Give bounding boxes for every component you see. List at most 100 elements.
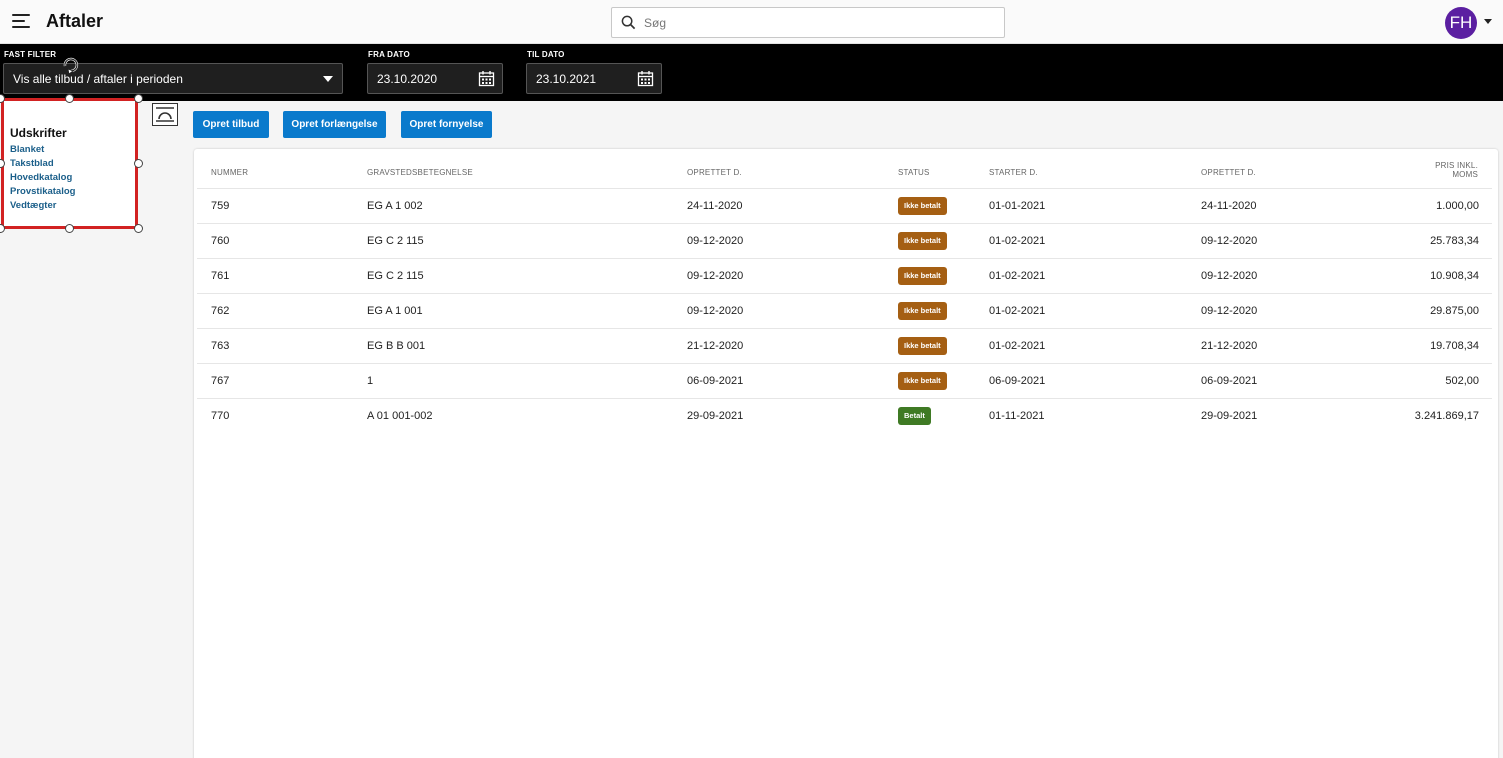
cell-starter: 01-02-2021 [989,270,1046,282]
fra-dato-field[interactable]: 23.10.2020 [367,63,503,94]
search-box[interactable] [611,7,1005,38]
cell-oprettet-2: 29-09-2021 [1201,410,1258,422]
cell-pris: 29.875,00 [1430,305,1479,317]
opret-forlaengelse-button[interactable]: Opret forlængelse [283,111,386,138]
print-link-hovedkatalog[interactable]: Hovedkatalog [10,172,72,183]
dropdown-arrow-icon [323,76,333,82]
search-icon [621,15,636,30]
calendar-icon[interactable] [478,70,495,87]
status-badge: Ikke betalt [898,337,947,355]
cell-starter: 06-09-2021 [989,375,1046,387]
column-header-pris-line2: MOMS [1452,170,1478,179]
resize-handle[interactable] [134,224,143,233]
cell-nummer: 770 [211,410,230,422]
fast-filter-label: FAST FILTER [4,50,57,59]
fra-dato-label: FRA DATO [368,50,410,59]
status-badge: Betalt [898,407,931,425]
cell-oprettet: 24-11-2020 [687,200,743,212]
cell-oprettet-2: 09-12-2020 [1201,305,1258,317]
calendar-icon[interactable] [637,70,654,87]
cell-starter: 01-02-2021 [989,340,1046,352]
table-row[interactable]: 763 EG B B 001 21-12-2020 01-02-2021 21-12-2… [197,328,1492,363]
status-badge: Ikke betalt [898,372,947,390]
filter-bar: FAST FILTER Vis alle tilbud / aftaler i … [0,44,1503,101]
til-dato-value: 23.10.2021 [536,72,597,86]
column-header-gravsted[interactable]: GRAVSTEDSBETEGNELSE [367,168,473,177]
cell-pris: 502,00 [1445,375,1479,387]
cell-oprettet: 29-09-2021 [687,410,744,422]
page-title: Aftaler [46,11,104,31]
cell-pris: 19.708,34 [1430,340,1479,352]
cell-oprettet: 06-09-2021 [687,375,744,387]
cell-oprettet-2: 06-09-2021 [1201,375,1258,387]
print-link-blanket[interactable]: Blanket [10,144,44,155]
rotate-handle-icon[interactable] [60,54,82,76]
cell-gravsted: 1 [367,375,374,387]
print-link-vedtaegter[interactable]: Vedtægter [10,200,56,211]
column-header-oprettet[interactable]: OPRETTET D. [687,168,742,177]
cell-pris: 10.908,34 [1430,270,1479,282]
table-row[interactable]: 770 A 01 001-002 29-09-2021 01-11-2021 29-09… [197,398,1492,433]
status-badge: Ikke betalt [898,302,947,320]
cell-oprettet: 09-12-2020 [687,270,744,282]
table-row[interactable]: 767 1 06-09-2021 06-09-2021 06-09-2021 502,00… [197,363,1492,398]
fast-filter-select[interactable]: Vis alle tilbud / aftaler i perioden [3,63,343,94]
print-panel-title: Udskrifter [10,126,67,140]
column-header-pris[interactable]: PRIS INKL. MOMS [1435,161,1478,179]
cell-gravsted: EG C 2 115 [367,235,424,247]
print-link-takstblad[interactable]: Takstblad [10,158,54,169]
resize-handle[interactable] [65,224,74,233]
column-header-oprettet-2[interactable]: OPRETTET D. [1201,168,1256,177]
resize-handle[interactable] [65,94,74,103]
cell-oprettet-2: 09-12-2020 [1201,235,1258,247]
fra-dato-value: 23.10.2020 [377,72,438,86]
print-panel[interactable]: Udskrifter Blanket Takstblad Hovedkatalo… [1,98,138,229]
cell-nummer: 763 [211,340,230,352]
til-dato-label: TIL DATO [527,50,565,59]
cell-oprettet-2: 24-11-2020 [1201,200,1257,212]
cell-gravsted: EG C 2 115 [367,270,424,282]
table-row[interactable]: 759 EG A 1 002 24-11-2020 01-01-2021 24-11-2… [197,188,1492,223]
menu-icon[interactable] [12,14,32,30]
print-link-provstikatalog[interactable]: Provstikatalog [10,186,75,197]
cell-oprettet-2: 09-12-2020 [1201,270,1258,282]
status-badge: Ikke betalt [898,232,947,250]
cell-pris: 25.783,34 [1430,235,1479,247]
panel-toggle-icon[interactable] [152,103,178,126]
column-header-starter[interactable]: STARTER D. [989,168,1038,177]
resize-handle[interactable] [134,159,143,168]
cell-gravsted: EG B B 001 [367,340,426,352]
cell-gravsted: A 01 001-002 [367,410,433,422]
search-input[interactable] [644,13,994,33]
table-row[interactable]: 760 EG C 2 115 09-12-2020 01-02-2021 09-12-2… [197,223,1492,258]
cell-nummer: 761 [211,270,230,282]
table-row[interactable]: 761 EG C 2 115 09-12-2020 01-02-2021 09-12-2… [197,258,1492,293]
cell-pris: 3.241.869,17 [1414,410,1479,422]
cell-gravsted: EG A 1 002 [367,200,423,212]
column-header-status[interactable]: STATUS [898,168,930,177]
column-header-nummer[interactable]: NUMMER [211,168,248,177]
status-badge: Ikke betalt [898,197,947,215]
cell-nummer: 759 [211,200,230,212]
cell-oprettet: 09-12-2020 [687,305,744,317]
avatar[interactable]: FH [1445,7,1477,39]
resize-handle[interactable] [134,94,143,103]
cell-nummer: 767 [211,375,230,387]
opret-fornyelse-button[interactable]: Opret fornyelse [401,111,492,138]
cell-oprettet-2: 21-12-2020 [1201,340,1258,352]
chevron-down-icon[interactable] [1484,19,1492,24]
app-bar: Aftaler FH [0,0,1503,44]
cell-starter: 01-01-2021 [989,200,1046,212]
cell-nummer: 762 [211,305,230,317]
cell-oprettet: 21-12-2020 [687,340,744,352]
til-dato-field[interactable]: 23.10.2021 [526,63,662,94]
cell-starter: 01-11-2021 [989,410,1045,422]
cell-starter: 01-02-2021 [989,305,1046,317]
cell-pris: 1.000,00 [1436,200,1479,212]
fast-filter-value: Vis alle tilbud / aftaler i perioden [13,72,183,86]
agreements-table: NUMMER GRAVSTEDSBETEGNELSE OPRETTET D. S… [194,149,1498,758]
resize-handle[interactable] [0,224,5,233]
cell-starter: 01-02-2021 [989,235,1046,247]
table-row[interactable]: 762 EG A 1 001 09-12-2020 01-02-2021 09-12-2… [197,293,1492,328]
opret-tilbud-button[interactable]: Opret tilbud [193,111,269,138]
